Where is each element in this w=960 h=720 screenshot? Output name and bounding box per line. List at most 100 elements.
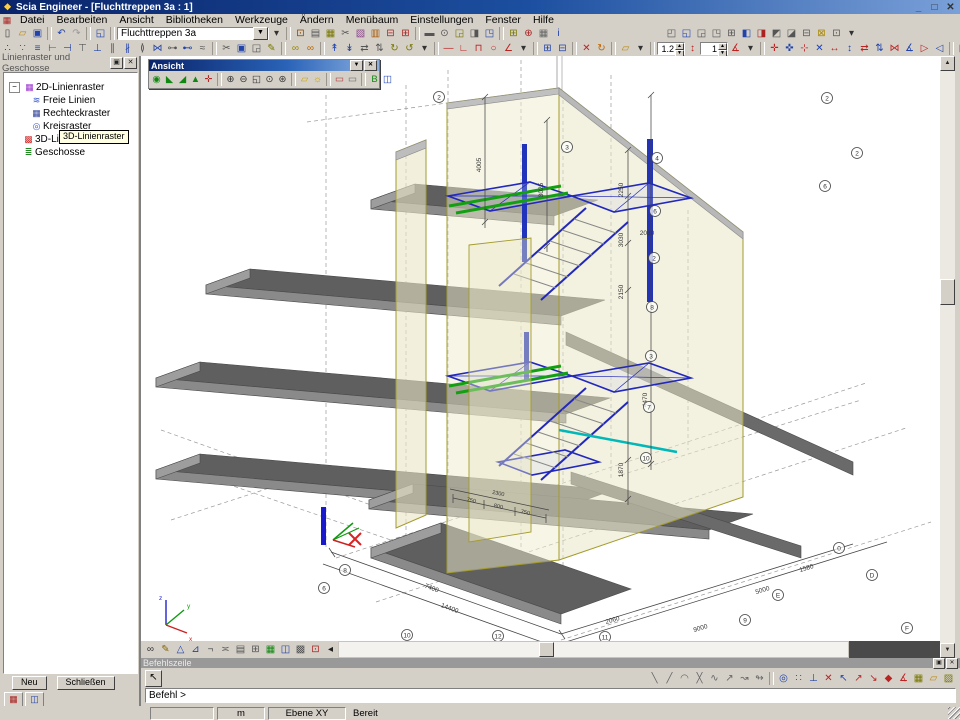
zoom-document-icon[interactable]: ⊕: [521, 27, 536, 40]
view-save-icon[interactable]: ⊡: [829, 27, 844, 40]
draw-more-icon[interactable]: ▾: [516, 42, 531, 55]
zoom-out-icon[interactable]: ⊖: [237, 73, 250, 86]
picture-gallery-icon[interactable]: ▦: [323, 27, 338, 40]
menu-bearbeiten[interactable]: Bearbeiten: [51, 14, 114, 26]
swap-h-icon[interactable]: ⇄: [357, 42, 372, 55]
draw-circle-icon[interactable]: ○: [486, 42, 501, 55]
neu-button[interactable]: Neu: [12, 676, 47, 690]
draw-line-icon[interactable]: —: [441, 42, 456, 55]
wizard-icon[interactable]: ▤: [308, 27, 323, 40]
window-display-icon[interactable]: ◫: [278, 643, 293, 656]
menu-fenster[interactable]: Fenster: [479, 14, 527, 26]
layout-icon[interactable]: ⊞: [398, 27, 413, 40]
resize-grip[interactable]: [948, 707, 960, 719]
percent-snap-icon[interactable]: ▦: [911, 672, 926, 685]
activity-display-icon[interactable]: ▩: [293, 643, 308, 656]
spinner-arrows[interactable]: ▲▼: [675, 43, 684, 54]
undo-icon[interactable]: ↶: [54, 27, 69, 40]
view-bottom-icon[interactable]: ⊟: [799, 27, 814, 40]
tangent-mode-icon[interactable]: ↝: [737, 672, 752, 685]
menu-ansicht[interactable]: Ansicht: [113, 14, 159, 26]
print-icon[interactable]: ▬: [422, 27, 437, 40]
scale-apply-icon[interactable]: ↕: [685, 42, 700, 55]
combo-more-icon[interactable]: ▾: [269, 27, 284, 40]
menu-datei[interactable]: Datei: [14, 14, 51, 26]
render-window-icon[interactable]: ◫: [381, 73, 394, 86]
menu-bibliotheken[interactable]: Bibliotheken: [160, 14, 229, 26]
close-window-icon[interactable]: ◱: [93, 27, 108, 40]
horizontal-scrollbar-thumb[interactable]: [539, 642, 554, 657]
sel-workplane-icon[interactable]: ⊶: [165, 42, 180, 55]
draw-angle-icon[interactable]: ∠: [501, 42, 516, 55]
section-display-icon[interactable]: ¬: [203, 643, 218, 656]
draw-rectangle-icon[interactable]: ⊓: [471, 42, 486, 55]
file-tool-group[interactable]: ▯▱▣↶↷◱: [0, 27, 117, 40]
disconnect-icon[interactable]: ↔: [827, 42, 842, 55]
model-viewport[interactable]: 2250 3030 2150 1870 2030 4470 4005 3025 …: [140, 56, 940, 658]
cut-icon[interactable]: ✂: [219, 42, 234, 55]
snap-toolbar[interactable]: ╲╱◠╳∿↗↝↬◎∷⊥✕↖↗↘◆∡▦▱▨: [647, 672, 956, 685]
close-button[interactable]: ✕: [943, 1, 958, 14]
line-mode-1-icon[interactable]: ╲: [647, 672, 662, 685]
view-back-icon[interactable]: ◧: [739, 27, 754, 40]
drawing-more-icon[interactable]: ▾: [633, 42, 648, 55]
render-b-icon[interactable]: B: [368, 73, 381, 86]
extend-icon[interactable]: ⇄: [857, 42, 872, 55]
close-icon[interactable]: ✕: [124, 57, 137, 69]
rotate-ccw-icon[interactable]: ↺: [402, 42, 417, 55]
line-mode-2-icon[interactable]: ╱: [662, 672, 677, 685]
pin-icon[interactable]: ▣: [110, 57, 123, 69]
menu-aendern[interactable]: Ändern: [294, 14, 340, 26]
view-copy-icon[interactable]: ▭: [346, 73, 359, 86]
scroll-left-icon[interactable]: ◂: [323, 643, 338, 656]
zoom-in-icon[interactable]: ⊕: [224, 73, 237, 86]
vertical-scrollbar-thumb[interactable]: [940, 279, 955, 305]
view-right-icon[interactable]: ◩: [769, 27, 784, 40]
zoom-selection-icon[interactable]: ⊛: [276, 73, 289, 86]
clipboard-picture-icon[interactable]: ◳: [482, 27, 497, 40]
view-z-icon[interactable]: ◢: [176, 73, 189, 86]
connect-members-icon[interactable]: ✕: [812, 42, 827, 55]
library-icon[interactable]: ▥: [368, 27, 383, 40]
redo-icon[interactable]: ↷: [69, 27, 84, 40]
break-icon[interactable]: ⇅: [872, 42, 887, 55]
join-icon[interactable]: ⋈: [887, 42, 902, 55]
scroll-down-icon[interactable]: ▼: [940, 643, 955, 658]
document-icon[interactable]: ▧: [353, 27, 368, 40]
annotation-icon[interactable]: ✎: [158, 643, 173, 656]
tree-item-freie-linien[interactable]: ≋ Freie Linien: [4, 94, 137, 107]
print-preview-icon[interactable]: ⊙: [437, 27, 452, 40]
view-axo-icon[interactable]: ⊠: [814, 27, 829, 40]
named-view-3-icon[interactable]: ◲: [694, 27, 709, 40]
copy-icon[interactable]: ▣: [234, 42, 249, 55]
snap-more-icon[interactable]: ▨: [941, 672, 956, 685]
menu-hilfe[interactable]: Hilfe: [527, 14, 560, 26]
stretch-icon[interactable]: ◁: [932, 42, 947, 55]
arc-snap-icon[interactable]: ∡: [896, 672, 911, 685]
split-beam-icon[interactable]: ⊹: [797, 42, 812, 55]
trim-icon[interactable]: ↕: [842, 42, 857, 55]
zoom-factor-spinner[interactable]: 1.2 ▲▼: [657, 42, 685, 55]
swap-v-icon[interactable]: ⇅: [372, 42, 387, 55]
tree-item-geschosse[interactable]: ≣ Geschosse: [4, 146, 137, 159]
view-top-icon[interactable]: ◪: [784, 27, 799, 40]
window-controls[interactable]: _□✕: [911, 1, 958, 14]
vector-mode-icon[interactable]: ↗: [722, 672, 737, 685]
zoom-all-icon[interactable]: ⊙: [263, 73, 276, 86]
project-settings-icon[interactable]: ⊡: [293, 27, 308, 40]
tree-item-rechteckraster[interactable]: ▦ Rechteckraster: [4, 107, 137, 120]
regen-icon[interactable]: ↻: [594, 42, 609, 55]
ansicht-title-bar[interactable]: Ansicht ▼ ✕: [149, 60, 379, 71]
combobox-dropdown-icon[interactable]: ▼: [253, 27, 268, 40]
view-axo-icon[interactable]: ▲: [189, 73, 202, 86]
angle-step-icon[interactable]: ∡: [728, 42, 743, 55]
merge-nodes-icon[interactable]: ✜: [782, 42, 797, 55]
project-combobox[interactable]: Fluchttreppen 3a ▼: [117, 27, 269, 40]
document-export-icon[interactable]: ◨: [467, 27, 482, 40]
cross-mode-icon[interactable]: ╳: [692, 672, 707, 685]
line-grid-snap-icon[interactable]: ⊥: [806, 672, 821, 685]
spin-up-icon[interactable]: ▲: [718, 43, 727, 50]
orthogonal-snap-icon[interactable]: ↘: [866, 672, 881, 685]
views-more-icon[interactable]: ▾: [844, 27, 859, 40]
pin-icon[interactable]: ▣: [933, 658, 945, 669]
